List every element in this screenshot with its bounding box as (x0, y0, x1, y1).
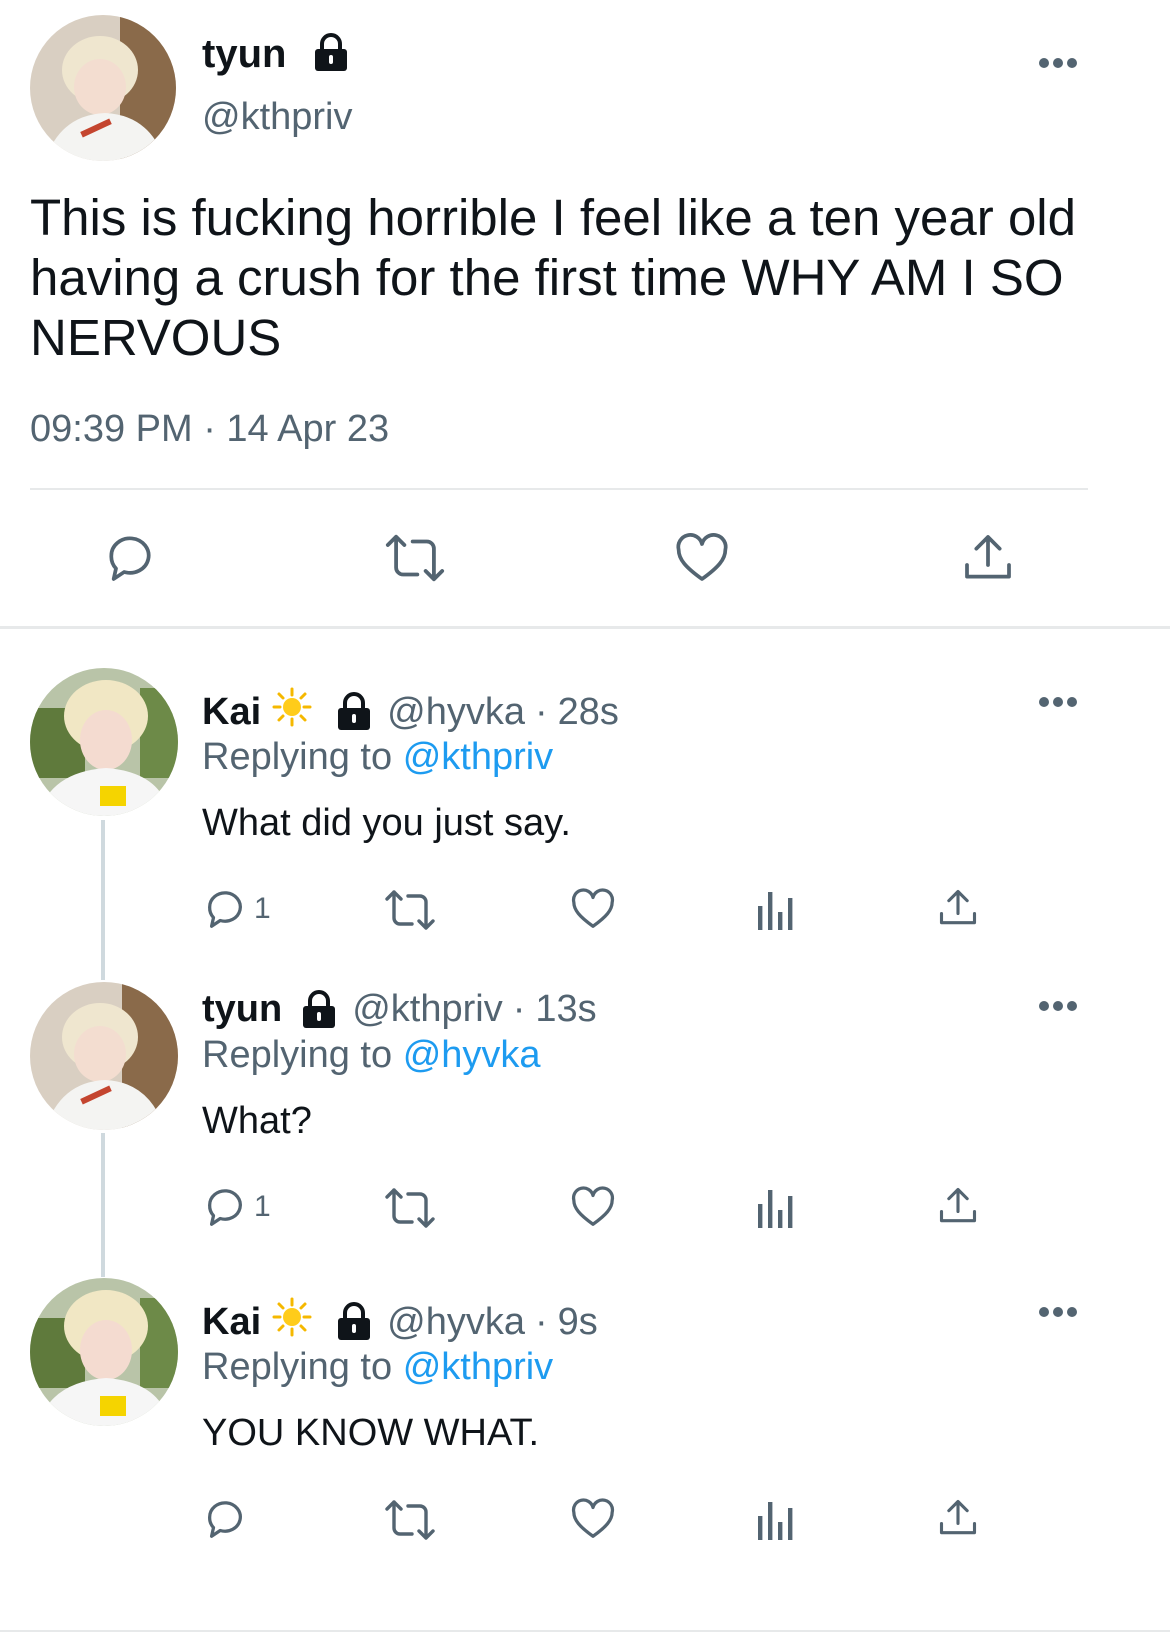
retweet-icon[interactable] (384, 888, 436, 932)
reply-button[interactable]: 1 (202, 886, 271, 932)
divider (0, 1630, 1170, 1632)
avatar[interactable] (30, 15, 176, 161)
avatar[interactable] (30, 982, 178, 1130)
share-icon[interactable] (936, 1496, 980, 1540)
lock-icon (335, 692, 373, 732)
avatar[interactable] (30, 668, 178, 816)
author-name[interactable]: Kai (202, 1301, 261, 1344)
like-icon[interactable] (674, 530, 730, 586)
thread-line (101, 1133, 105, 1277)
replying-to-link[interactable]: @kthpriv (403, 1346, 554, 1388)
reply-icon (208, 891, 242, 928)
lock-icon (300, 989, 338, 1030)
reply-text: What did you just say. (202, 802, 571, 844)
share-icon[interactable] (936, 886, 980, 930)
author-handle[interactable]: @kthpriv (352, 988, 503, 1031)
tweet-text: This is fucking horrible I feel like a t… (30, 189, 1076, 366)
reply-text: YOU KNOW WHAT. (202, 1412, 540, 1454)
author-name[interactable]: tyun (202, 32, 286, 77)
replying-to-link[interactable]: @kthpriv (403, 736, 554, 778)
reply-text: What? (202, 1100, 312, 1142)
reply-button[interactable] (202, 1496, 254, 1542)
retweet-icon[interactable] (384, 1498, 436, 1542)
retweet-icon[interactable] (384, 532, 446, 584)
more-options-icon[interactable] (1038, 999, 1078, 1013)
lock-icon (312, 33, 350, 73)
separator: · (534, 690, 548, 733)
reply-time[interactable]: 9s (558, 1301, 598, 1344)
thread-line (101, 820, 105, 980)
reply-icon[interactable] (102, 530, 158, 586)
retweet-icon[interactable] (384, 1186, 436, 1230)
divider (30, 488, 1088, 490)
sun-icon (271, 1296, 313, 1348)
reply-button[interactable]: 1 (202, 1184, 271, 1230)
reply-time[interactable]: 28s (558, 691, 619, 734)
replying-to-label: Replying to (202, 736, 393, 778)
share-icon[interactable] (960, 530, 1016, 586)
more-options-icon[interactable] (1038, 56, 1078, 70)
reply-count: 1 (254, 892, 271, 925)
author-name[interactable]: Kai (202, 691, 261, 734)
like-icon[interactable] (570, 886, 616, 932)
analytics-icon[interactable] (756, 888, 796, 930)
avatar[interactable] (30, 1278, 178, 1426)
reply-icon (208, 1501, 242, 1538)
replying-to-link[interactable]: @hyvka (403, 1034, 541, 1076)
more-options-icon[interactable] (1038, 1305, 1078, 1319)
separator: · (534, 1300, 548, 1343)
share-icon[interactable] (936, 1184, 980, 1228)
author-name[interactable]: tyun (202, 988, 282, 1031)
like-icon[interactable] (570, 1496, 616, 1542)
reply-time[interactable]: 13s (535, 988, 596, 1031)
like-icon[interactable] (570, 1184, 616, 1230)
analytics-icon[interactable] (756, 1498, 796, 1540)
lock-icon (335, 1302, 373, 1342)
replying-to-label: Replying to (202, 1034, 393, 1076)
sun-icon (271, 686, 313, 738)
separator: · (512, 988, 526, 1030)
replying-to-label: Replying to (202, 1346, 393, 1388)
divider (0, 626, 1170, 629)
author-handle[interactable]: @hyvka (387, 1301, 525, 1344)
analytics-icon[interactable] (756, 1186, 796, 1228)
author-handle[interactable]: @hyvka (387, 691, 525, 734)
reply-count: 1 (254, 1190, 271, 1223)
reply-icon (208, 1189, 242, 1226)
tweet-timestamp[interactable]: 09:39 PM · 14 Apr 23 (30, 408, 389, 451)
more-options-icon[interactable] (1038, 695, 1078, 709)
author-handle[interactable]: @kthpriv (202, 96, 353, 139)
